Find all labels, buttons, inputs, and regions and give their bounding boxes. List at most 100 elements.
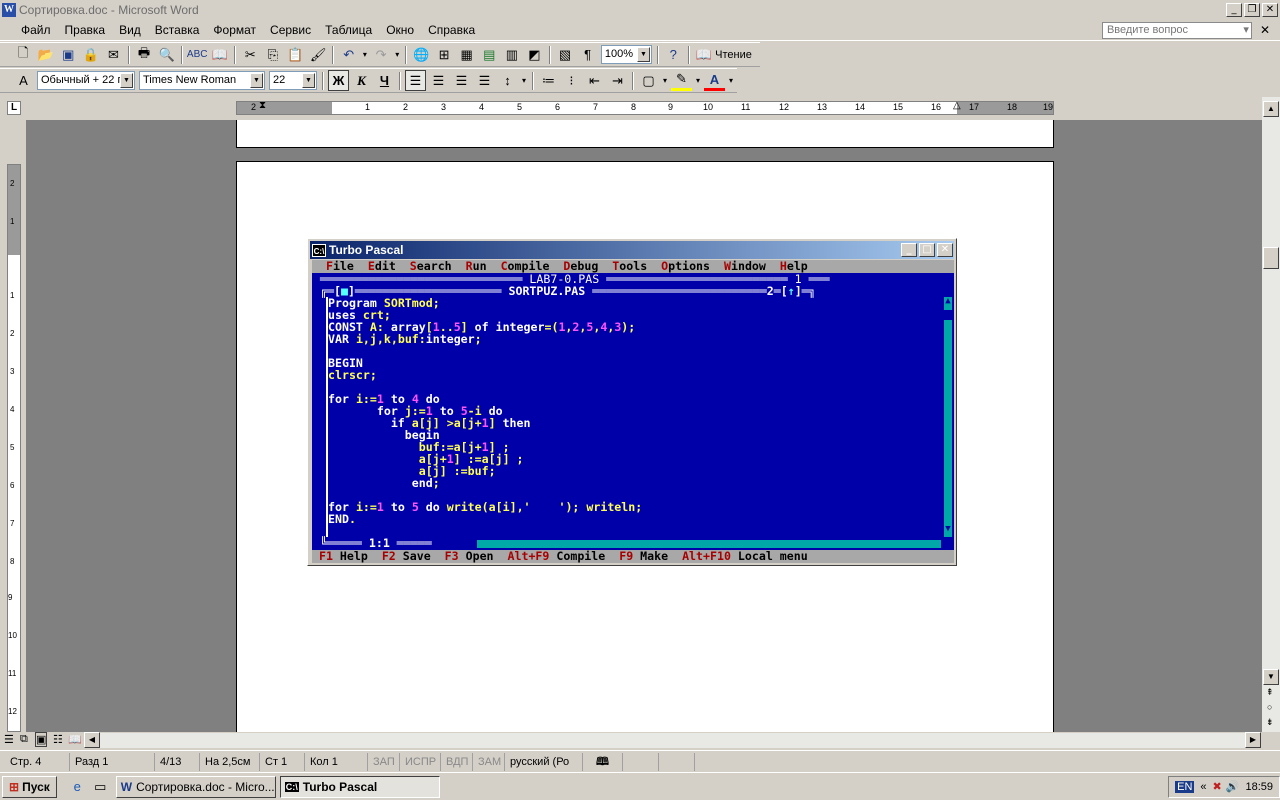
- highlight-icon[interactable]: ✎: [671, 70, 692, 91]
- redo-icon[interactable]: ↷: [371, 44, 392, 65]
- task-word[interactable]: W Сортировка.doc - Micro...: [115, 775, 276, 798]
- font-select[interactable]: Times New Roman ▼: [139, 71, 265, 90]
- menu-insert[interactable]: Вставка: [148, 23, 207, 37]
- justify-icon[interactable]: ☰: [474, 70, 495, 91]
- tables-borders-icon[interactable]: ⊞: [434, 44, 455, 65]
- style-select[interactable]: Обычный + 22 г ▼: [37, 71, 135, 90]
- show-desktop-icon[interactable]: ▭: [90, 776, 111, 797]
- hyperlink-icon[interactable]: 🌐: [411, 44, 432, 65]
- email-icon[interactable]: ✉: [103, 44, 124, 65]
- right-indent-marker-icon[interactable]: △: [953, 100, 961, 111]
- menu-table[interactable]: Таблица: [318, 23, 379, 37]
- align-left-icon[interactable]: ☰: [405, 70, 426, 91]
- zoom-select[interactable]: 100% ▼: [600, 45, 652, 64]
- code-line[interactable]: for i:=1 to 5 do write(a[i],' '); writel…: [328, 501, 642, 513]
- next-page-icon[interactable]: ⇟: [1266, 717, 1274, 728]
- status-extend[interactable]: ВДП: [441, 752, 473, 771]
- print-preview-icon[interactable]: 🔍: [156, 44, 177, 65]
- normal-view-icon[interactable]: ☰: [4, 733, 14, 746]
- volume-icon[interactable]: 🔊: [1226, 780, 1240, 793]
- status-hotkey-f3[interactable]: F3 Open: [445, 549, 494, 563]
- paste-icon[interactable]: 📋: [285, 44, 306, 65]
- italic-button[interactable]: К: [351, 70, 372, 91]
- reading-button[interactable]: Чтение: [715, 49, 752, 61]
- language-indicator[interactable]: EN: [1175, 780, 1195, 793]
- align-center-icon[interactable]: ☰: [428, 70, 449, 91]
- insert-excel-icon[interactable]: ▤: [479, 44, 500, 65]
- editor-vertical-scrollbar[interactable]: [944, 297, 952, 537]
- editor-scroll-thumb[interactable]: [944, 310, 952, 320]
- menu-tools[interactable]: Сервис: [263, 23, 318, 37]
- chevron-down-icon[interactable]: ▾: [661, 70, 669, 91]
- turbo-pascal-window[interactable]: C:\ Turbo Pascal _ □ ✕ File Edit Search …: [307, 238, 957, 566]
- line-spacing-icon[interactable]: ↕: [497, 70, 518, 91]
- undo-icon[interactable]: ↶: [338, 44, 359, 65]
- turbo-pascal-title-bar[interactable]: C:\ Turbo Pascal _ □ ✕: [310, 241, 954, 259]
- indent-marker-icon[interactable]: ⧗: [259, 100, 266, 111]
- format-painter-icon[interactable]: 🖌: [308, 44, 329, 65]
- drawing-icon[interactable]: ◩: [524, 44, 545, 65]
- styles-icon[interactable]: A: [13, 70, 34, 91]
- border-icon[interactable]: ▢: [638, 70, 659, 91]
- reading-view-icon[interactable]: 📖: [68, 733, 82, 746]
- status-track[interactable]: ИСПР: [400, 752, 441, 771]
- scroll-right-icon[interactable]: ▶: [1245, 732, 1261, 748]
- spelling-status-icon[interactable]: 🕮: [583, 752, 623, 771]
- zoom-window-icon[interactable]: ↑: [788, 284, 795, 298]
- vertical-scrollbar[interactable]: ▲ ▼ ⇞ ○ ⇟: [1262, 97, 1280, 733]
- code-line[interactable]: end;: [328, 477, 440, 489]
- bullets-icon[interactable]: ⁝: [561, 70, 582, 91]
- editor-hscroll-thumb[interactable]: [467, 540, 477, 548]
- scroll-down-icon[interactable]: ▼: [1263, 669, 1279, 685]
- vertical-ruler-bar[interactable]: 2 1 1 2 3 4 5 6 7 8 9 10 11 12: [7, 164, 21, 732]
- ruler-bar[interactable]: 2 1 2 3 4 5 6 7 8 9 10 11 12 13 14 15 16…: [236, 100, 1054, 115]
- status-record[interactable]: ЗАП: [368, 752, 400, 771]
- scroll-up-icon[interactable]: ▲: [1263, 101, 1279, 117]
- close-document-icon[interactable]: ✕: [1260, 23, 1270, 37]
- menu-help[interactable]: Справка: [421, 23, 482, 37]
- web-view-icon[interactable]: ⧉: [20, 733, 28, 746]
- chevron-down-icon[interactable]: ▾: [520, 70, 528, 91]
- status-hotkey-f9[interactable]: F9 Make: [619, 549, 668, 563]
- research-icon[interactable]: 📖: [210, 44, 231, 65]
- reading-icon[interactable]: 📖: [694, 44, 715, 65]
- status-hotkey-f1[interactable]: F1 Help: [319, 549, 368, 563]
- close-button[interactable]: ✕: [1262, 2, 1278, 17]
- permission-icon[interactable]: 🔒: [81, 44, 102, 65]
- insert-table-icon[interactable]: ▦: [456, 44, 477, 65]
- start-button[interactable]: ⊞ Пуск: [2, 775, 57, 798]
- menu-format[interactable]: Формат: [206, 23, 263, 37]
- chevron-down-icon[interactable]: ▾: [694, 70, 702, 91]
- save-icon[interactable]: ▣: [58, 44, 79, 65]
- chevron-down-icon[interactable]: ▾: [361, 44, 369, 65]
- show-hide-icon[interactable]: ¶: [577, 44, 598, 65]
- status-overtype[interactable]: ЗАМ: [473, 752, 505, 771]
- spelling-icon[interactable]: ABC: [187, 44, 208, 65]
- status-hotkey-f2[interactable]: F2 Save: [382, 549, 431, 563]
- scroll-left-icon[interactable]: ◀: [84, 732, 100, 748]
- open-folder-icon[interactable]: 📂: [35, 44, 56, 65]
- chevron-down-icon[interactable]: ▾: [727, 70, 735, 91]
- decrease-indent-icon[interactable]: ⇤: [584, 70, 605, 91]
- restore-button[interactable]: ❐: [1244, 2, 1260, 17]
- internet-explorer-icon[interactable]: e: [67, 776, 88, 797]
- print-icon[interactable]: 🖶: [134, 44, 155, 65]
- menu-view[interactable]: Вид: [112, 23, 148, 37]
- tab-selector[interactable]: L: [7, 101, 21, 115]
- font-size-select[interactable]: 22 ▼: [269, 71, 317, 90]
- cut-icon[interactable]: ✂: [240, 44, 261, 65]
- menu-window[interactable]: Окно: [379, 23, 421, 37]
- increase-indent-icon[interactable]: ⇥: [607, 70, 628, 91]
- new-document-icon[interactable]: 🗋: [13, 44, 34, 65]
- font-color-icon[interactable]: A: [704, 70, 725, 91]
- close-button[interactable]: ✕: [937, 243, 953, 257]
- maximize-button[interactable]: □: [919, 243, 935, 257]
- bold-button[interactable]: Ж: [328, 70, 349, 91]
- minimize-button[interactable]: _: [901, 243, 917, 257]
- ask-question-input[interactable]: Введите вопрос ▾: [1101, 21, 1252, 39]
- numbering-icon[interactable]: ≔: [538, 70, 559, 91]
- columns-icon[interactable]: ▥: [502, 44, 523, 65]
- scroll-up-icon[interactable]: ▲: [944, 297, 952, 307]
- code-line[interactable]: VAR i,j,k,buf:integer;: [328, 333, 482, 345]
- antivirus-icon[interactable]: ✖: [1213, 780, 1222, 793]
